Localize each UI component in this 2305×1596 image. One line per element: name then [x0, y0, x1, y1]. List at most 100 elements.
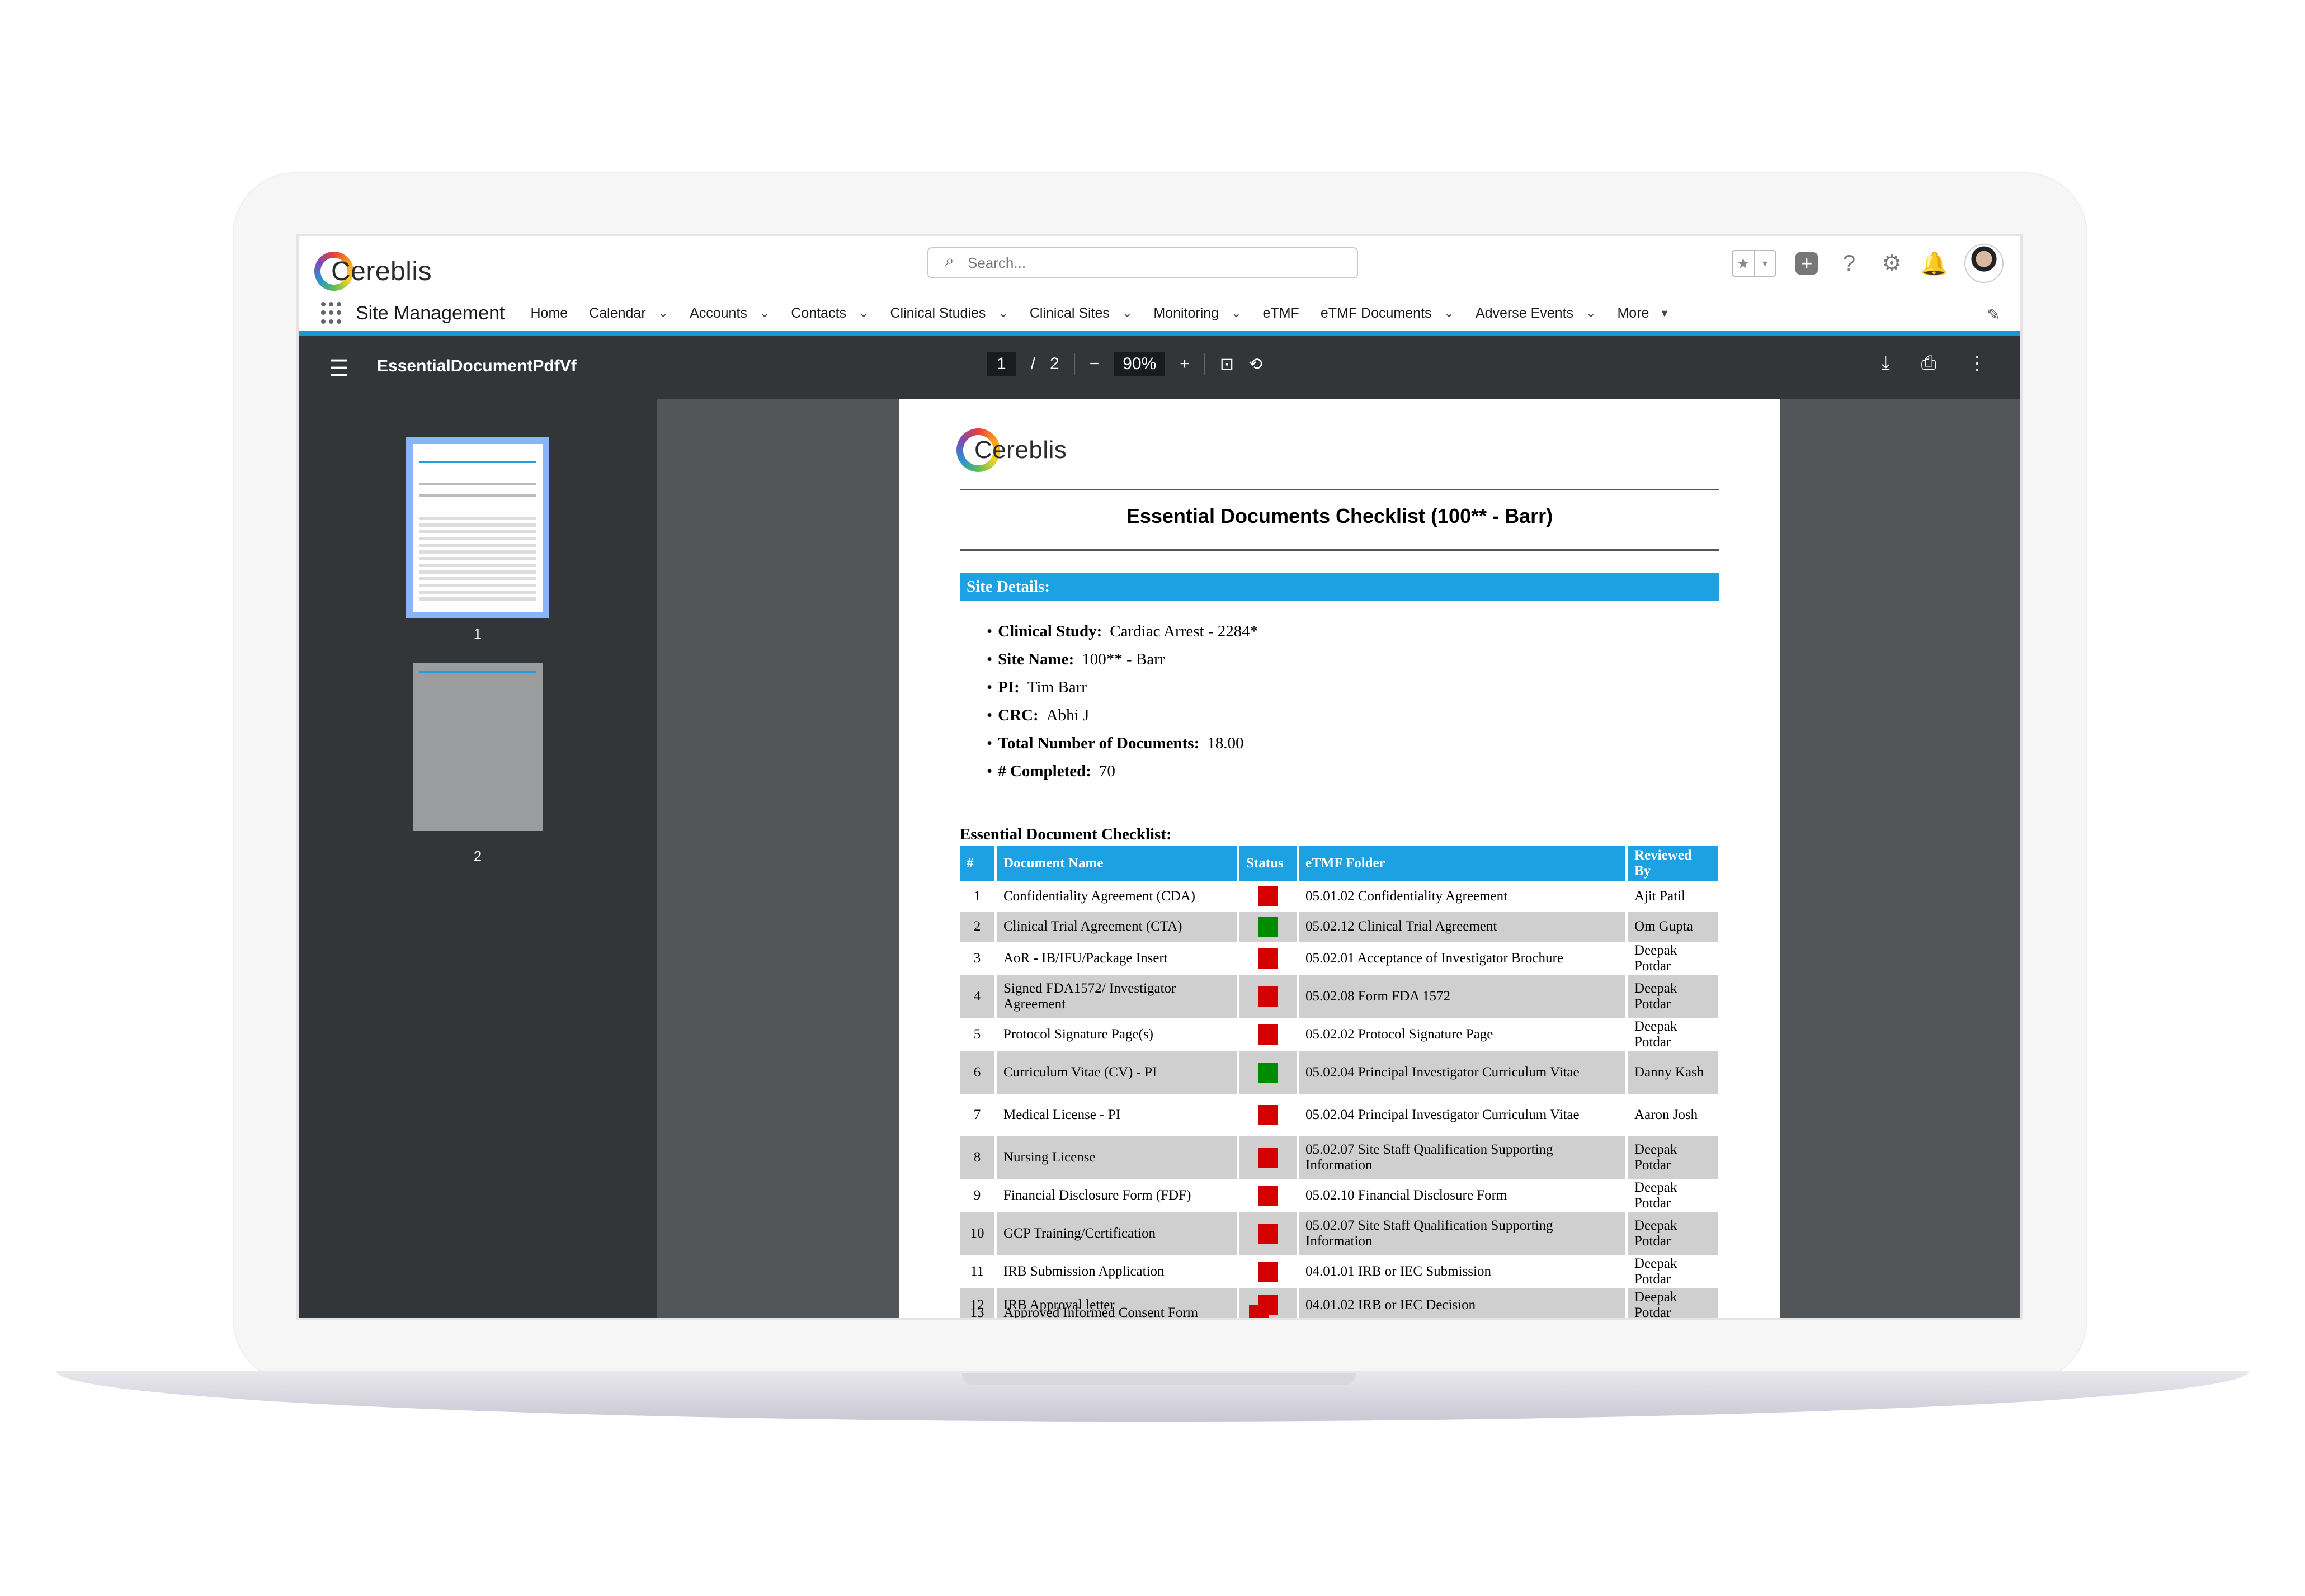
nav-item-contacts[interactable]: Contacts ⌄	[791, 305, 869, 322]
nav-item-accounts[interactable]: Accounts ⌄	[690, 305, 770, 322]
pdf-logo-text: Cereblis	[974, 436, 1067, 464]
nav-items: Home Calendar ⌄ Accounts ⌄ Contacts ⌄ Clinical …	[531, 305, 1689, 322]
checklist-table: # Document Name Status eTMF Folder Reviewed …	[960, 846, 1720, 1318]
document-name: Curriculum Vitae (CV) - PI	[996, 1051, 1239, 1094]
reviewed-by: Deepak Potdar	[1627, 975, 1720, 1018]
favorites-button[interactable]: ★ ▾	[1732, 250, 1776, 277]
menu-icon[interactable]: ☰	[329, 356, 349, 381]
table-row: 8 Nursing License 05.02.07 Site Staff Qual…	[960, 1136, 1720, 1179]
nav-item-monitoring[interactable]: Monitoring ⌄	[1153, 305, 1241, 322]
help-icon[interactable]: ?	[1837, 251, 1861, 276]
status-cell	[1238, 1051, 1299, 1094]
thumbnail-line	[419, 494, 536, 497]
site-detail-label: Site Name:	[998, 650, 1074, 668]
page-thumbnail-2[interactable]	[413, 663, 543, 831]
document-name: Clinical Trial Agreement (CTA)	[996, 912, 1239, 942]
thumbnail-sidebar: 1 2	[299, 399, 657, 1318]
nav-item-home[interactable]: Home	[531, 305, 568, 322]
chevron-down-icon[interactable]: ⌄	[859, 306, 869, 320]
status-cell	[1238, 975, 1299, 1018]
bell-icon[interactable]: 🔔	[1920, 251, 1948, 276]
pdf-logo: Cereblis	[956, 428, 1067, 472]
site-detail-label: # Completed:	[998, 762, 1091, 780]
zoom-in-icon[interactable]: +	[1180, 355, 1190, 374]
row-number: 13	[970, 1305, 984, 1320]
etmf-folder: 05.02.01 Acceptance of Investigator Broc…	[1298, 942, 1628, 975]
status-cell	[1238, 881, 1299, 912]
column-header: eTMF Folder	[1298, 846, 1628, 881]
nav-item-label: Monitoring	[1153, 305, 1219, 321]
site-detail-value: Abhi J	[1046, 706, 1090, 724]
chevron-down-icon[interactable]: ⌄	[1231, 306, 1241, 320]
status-indicator	[1258, 948, 1278, 969]
total-pages: 2	[1050, 355, 1059, 373]
rotate-icon[interactable]: ⟲	[1248, 355, 1262, 374]
status-cell	[1238, 912, 1299, 942]
chevron-down-icon[interactable]: ⌄	[760, 306, 770, 320]
page-thumbnail-1[interactable]	[406, 437, 549, 618]
reviewed-by: Om Gupta	[1627, 912, 1720, 942]
print-icon[interactable]: ⎙	[1921, 352, 1936, 375]
brand-logo[interactable]: Cereblis	[314, 246, 432, 296]
nav-item-more[interactable]: More ▾	[1617, 305, 1667, 322]
laptop-screen: Cereblis ⌕ Search... ★ ▾ + ? ⚙ 🔔 Site Ma…	[296, 234, 2023, 1320]
nav-item-clinical-sites[interactable]: Clinical Sites ⌄	[1030, 305, 1133, 322]
site-detail-value: 18.00	[1207, 734, 1244, 752]
site-detail-item: Clinical Study: Cardiac Arrest - 2284*	[987, 617, 1258, 645]
column-header: Status	[1238, 846, 1299, 881]
page-separator: /	[1030, 355, 1036, 373]
site-detail-item: PI: Tim Barr	[987, 673, 1258, 701]
reviewed-by: Danny Kash	[1627, 1051, 1720, 1094]
status-cell	[1238, 1255, 1299, 1288]
etmf-folder: 05.02.08 Form FDA 1572	[1298, 975, 1628, 1018]
site-detail-label: Clinical Study:	[998, 622, 1102, 640]
chevron-down-icon[interactable]: ▾	[1661, 306, 1667, 320]
status-indicator	[1258, 1186, 1278, 1206]
column-header: Reviewed By	[1627, 846, 1720, 881]
nav-item-clinical-studies[interactable]: Clinical Studies ⌄	[890, 305, 1008, 322]
status-indicator	[1258, 986, 1278, 1007]
site-detail-value: Cardiac Arrest - 2284*	[1110, 622, 1258, 640]
chevron-down-icon[interactable]: ⌄	[1122, 306, 1132, 320]
thumbnail-label-1: 1	[473, 625, 482, 642]
zoom-input[interactable]: 90%	[1114, 352, 1166, 376]
page-number-input[interactable]: 1	[987, 352, 1016, 376]
toolbar-actions: ⤓ ⎙ ⋮	[1882, 352, 1987, 375]
zoom-out-icon[interactable]: −	[1090, 355, 1100, 374]
document-name: Financial Disclosure Form (FDF)	[996, 1179, 1239, 1212]
etmf-folder: 05.02.02 Protocol Signature Page	[1298, 1018, 1628, 1051]
status-cell	[1238, 1212, 1299, 1255]
edit-nav-icon[interactable]: ✎	[1987, 305, 2000, 324]
nav-item-label: Accounts	[690, 305, 747, 321]
nav-item-adverse-events[interactable]: Adverse Events ⌄	[1476, 305, 1596, 322]
chevron-down-icon[interactable]: ⌄	[1444, 306, 1454, 320]
more-options-icon[interactable]: ⋮	[1968, 352, 1987, 375]
reviewed-by: Deepak Potdar	[1627, 1136, 1720, 1179]
star-icon[interactable]: ★	[1733, 251, 1754, 276]
reviewed-by: Ajit Patil	[1627, 881, 1720, 912]
site-detail-item: # Completed: 70	[987, 757, 1258, 785]
download-icon[interactable]: ⤓	[1882, 352, 1890, 375]
gear-icon[interactable]: ⚙	[1879, 251, 1904, 276]
etmf-folder: 05.02.07 Site Staff Qualification Suppor…	[1298, 1212, 1628, 1255]
global-actions-button[interactable]: +	[1794, 251, 1819, 276]
site-detail-label: PI:	[998, 678, 1020, 696]
search-icon: ⌕	[945, 252, 954, 269]
row-number: 3	[960, 942, 997, 975]
status-indicator	[1258, 886, 1278, 906]
chevron-down-icon[interactable]: ⌄	[1586, 306, 1596, 320]
app-launcher-icon[interactable]	[321, 302, 343, 324]
favorites-dropdown-icon[interactable]: ▾	[1754, 251, 1775, 276]
nav-item-label: eTMF	[1262, 305, 1299, 321]
global-search[interactable]: ⌕ Search...	[927, 247, 1358, 278]
site-detail-item: Site Name: 100** - Barr	[987, 645, 1258, 673]
nav-item-etmf-documents[interactable]: eTMF Documents ⌄	[1321, 305, 1454, 322]
chevron-down-icon[interactable]: ⌄	[658, 306, 668, 320]
chevron-down-icon[interactable]: ⌄	[998, 306, 1008, 320]
nav-item-etmf[interactable]: eTMF	[1263, 305, 1299, 322]
etmf-folder: 04.01.01 IRB or IEC Submission	[1298, 1255, 1628, 1288]
fit-page-icon[interactable]: ⊡	[1220, 355, 1234, 374]
add-icon: +	[1795, 252, 1818, 275]
avatar[interactable]	[1964, 244, 2004, 283]
nav-item-calendar[interactable]: Calendar ⌄	[589, 305, 668, 322]
